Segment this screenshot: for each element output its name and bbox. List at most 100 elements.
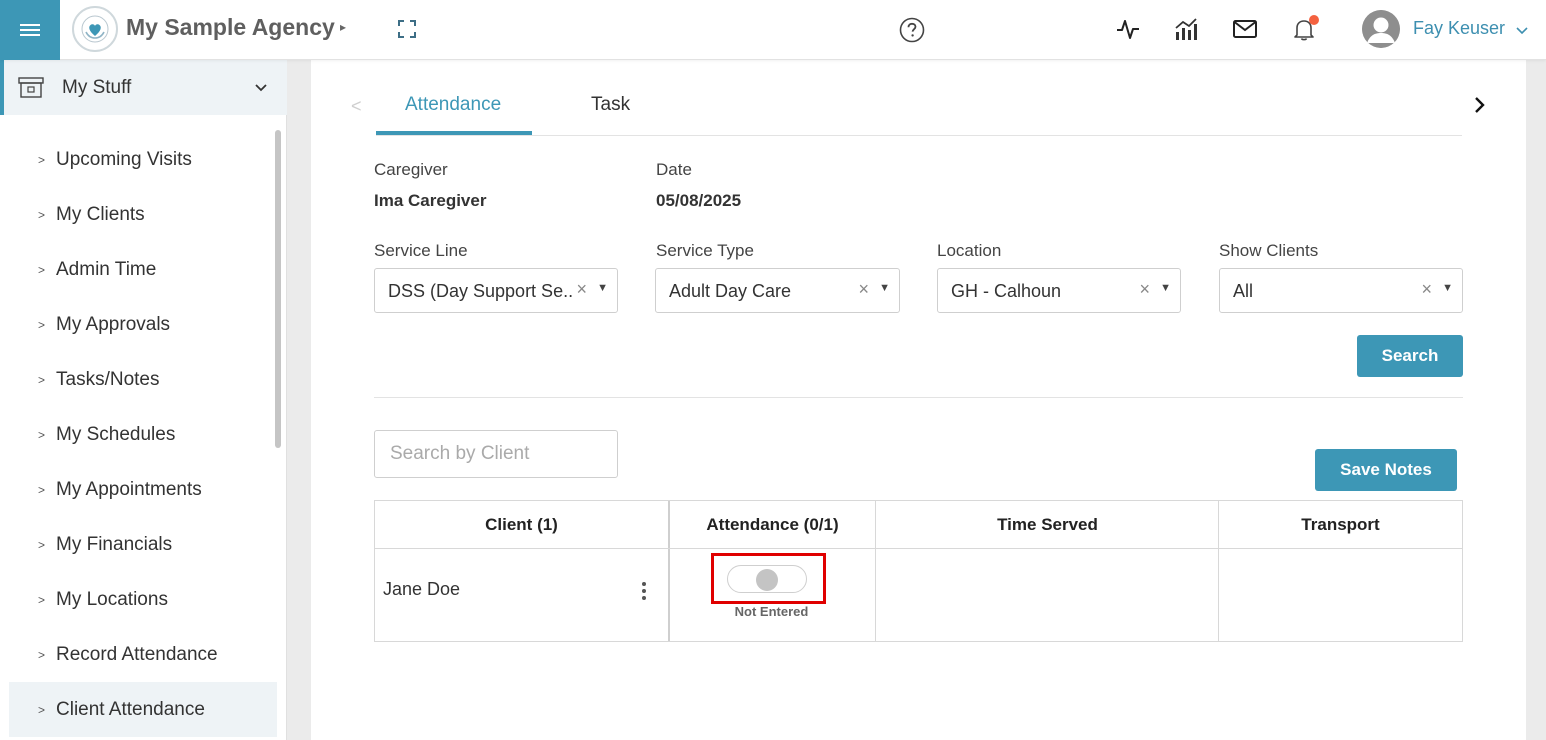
location-label: Location [937, 241, 1002, 260]
column-divider [668, 501, 670, 641]
more-options-icon[interactable] [635, 580, 653, 602]
section-divider [374, 397, 1463, 398]
hamburger-icon [20, 24, 40, 36]
toggle-knob [756, 569, 778, 591]
chevron-down-icon[interactable] [1514, 22, 1530, 38]
sidebar-item-label: My Approvals [56, 313, 171, 335]
time-served-cell [876, 549, 1218, 641]
clear-icon[interactable]: × [576, 279, 587, 300]
sidebar-nav: > Upcoming Visits > My Clients > Admin Time… [0, 132, 278, 737]
clear-icon[interactable]: × [858, 279, 869, 300]
service-type-value: Adult Day Care [669, 281, 792, 301]
sidebar-item-label: Admin Time [56, 258, 157, 280]
dropdown-arrow-icon[interactable]: ▼ [1160, 282, 1171, 294]
agency-name[interactable]: My Sample Agency [126, 14, 335, 41]
menu-toggle-button[interactable] [0, 0, 60, 60]
tabs-divider [376, 135, 1462, 136]
dropdown-arrow-icon[interactable]: ▼ [1442, 282, 1453, 294]
sidebar-item-record-attendance[interactable]: > Record Attendance [0, 627, 278, 682]
search-by-client-input[interactable] [374, 430, 618, 478]
caregiver-label: Caregiver [374, 160, 448, 179]
sidebar-item-label: Record Attendance [56, 643, 218, 665]
sidebar-scrollbar[interactable] [275, 130, 281, 448]
column-header-client: Client (1) [485, 514, 558, 534]
help-icon[interactable] [899, 17, 925, 43]
service-type-label: Service Type [656, 241, 754, 260]
sidebar-item-label: Upcoming Visits [56, 148, 192, 170]
column-header-transport: Transport [1301, 514, 1380, 534]
sidebar-item-my-approvals[interactable]: > My Approvals [0, 297, 278, 352]
sidebar-section-my-stuff[interactable]: My Stuff [0, 60, 287, 115]
chevron-right-icon: > [38, 262, 46, 277]
chevron-right-icon: > [38, 702, 46, 717]
sidebar-item-label: My Appointments [56, 478, 202, 500]
location-value: GH - Calhoun [951, 281, 1062, 301]
agency-switch-icon[interactable]: ▸ [340, 20, 346, 34]
archive-box-icon [18, 77, 44, 98]
client-name[interactable]: Jane Doe [383, 579, 460, 600]
tab-attendance[interactable]: Attendance [405, 94, 501, 116]
sidebar-item-upcoming-visits[interactable]: > Upcoming Visits [0, 132, 278, 187]
activity-pulse-icon[interactable] [1115, 16, 1141, 42]
user-name[interactable]: Fay Keuser [1413, 18, 1505, 39]
sidebar-item-my-financials[interactable]: > My Financials [0, 517, 278, 572]
notification-badge [1309, 15, 1319, 25]
service-line-select[interactable]: DSS (Day Support Se... × ▼ [374, 268, 618, 313]
sidebar-item-my-schedules[interactable]: > My Schedules [0, 407, 278, 462]
caregiver-value: Ima Caregiver [374, 191, 487, 210]
service-line-label: Service Line [374, 241, 468, 260]
attendance-card: < Attendance Task Caregiver Ima Caregive… [311, 60, 1526, 740]
tabs-prev-chevron-icon[interactable]: < [351, 96, 362, 117]
service-line-value: DSS (Day Support Se... [388, 281, 574, 301]
show-clients-value: All [1233, 281, 1254, 301]
sidebar: My Stuff > Upcoming Visits > My Clients > A… [0, 60, 287, 740]
analytics-chart-icon[interactable] [1173, 16, 1199, 42]
save-notes-button[interactable]: Save Notes [1315, 449, 1457, 491]
sidebar-item-label: Client Attendance [56, 698, 205, 720]
chevron-right-icon: > [38, 152, 46, 167]
date-label: Date [656, 160, 692, 179]
chevron-right-icon: > [38, 537, 46, 552]
avatar[interactable] [1362, 10, 1400, 48]
date-value: 05/08/2025 [656, 191, 742, 210]
chevron-right-icon: > [38, 592, 46, 607]
search-button[interactable]: Search [1357, 335, 1463, 377]
chevron-right-icon: > [38, 482, 46, 497]
attendance-status: Not Entered [734, 604, 809, 619]
chevron-down-icon[interactable] [252, 78, 270, 96]
heart-hands-logo-icon [81, 15, 109, 43]
sidebar-item-admin-time[interactable]: > Admin Time [0, 242, 278, 297]
attendance-table: Client (1) Attendance (0/1) Time Served … [374, 500, 1463, 642]
show-clients-select[interactable]: All × ▼ [1219, 268, 1463, 313]
location-select[interactable]: GH - Calhoun × ▼ [937, 268, 1181, 313]
sidebar-item-tasks-notes[interactable]: > Tasks/Notes [0, 352, 278, 407]
clear-icon[interactable]: × [1421, 279, 1432, 300]
sidebar-item-my-appointments[interactable]: > My Appointments [0, 462, 278, 517]
mail-icon[interactable] [1232, 16, 1258, 42]
column-header-attendance: Attendance (0/1) [706, 514, 839, 534]
sidebar-item-label: My Locations [56, 588, 168, 610]
user-avatar-icon [1362, 10, 1400, 48]
dropdown-arrow-icon[interactable]: ▼ [879, 282, 890, 294]
attendance-toggle[interactable] [727, 565, 807, 593]
fullscreen-icon[interactable] [396, 18, 418, 40]
sidebar-item-label: My Schedules [56, 423, 176, 445]
chevron-right-icon: > [38, 372, 46, 387]
service-type-select[interactable]: Adult Day Care × ▼ [655, 268, 900, 313]
sidebar-item-my-clients[interactable]: > My Clients [0, 187, 278, 242]
sidebar-section-label: My Stuff [62, 77, 132, 98]
sidebar-item-my-locations[interactable]: > My Locations [0, 572, 278, 627]
tabs-next-chevron-icon[interactable] [1471, 94, 1489, 116]
column-header-time-served: Time Served [997, 514, 1098, 534]
dropdown-arrow-icon[interactable]: ▼ [597, 282, 608, 294]
clear-icon[interactable]: × [1139, 279, 1150, 300]
sidebar-item-client-attendance[interactable]: > Client Attendance [9, 682, 277, 737]
sidebar-item-label: My Clients [56, 203, 145, 225]
sidebar-item-label: Tasks/Notes [56, 368, 160, 390]
transport-cell [1219, 549, 1462, 641]
chevron-right-icon: > [38, 427, 46, 442]
sidebar-item-label: My Financials [56, 533, 173, 555]
tab-task[interactable]: Task [591, 94, 630, 116]
chevron-right-icon: > [38, 317, 46, 332]
chevron-right-icon: > [38, 207, 46, 222]
